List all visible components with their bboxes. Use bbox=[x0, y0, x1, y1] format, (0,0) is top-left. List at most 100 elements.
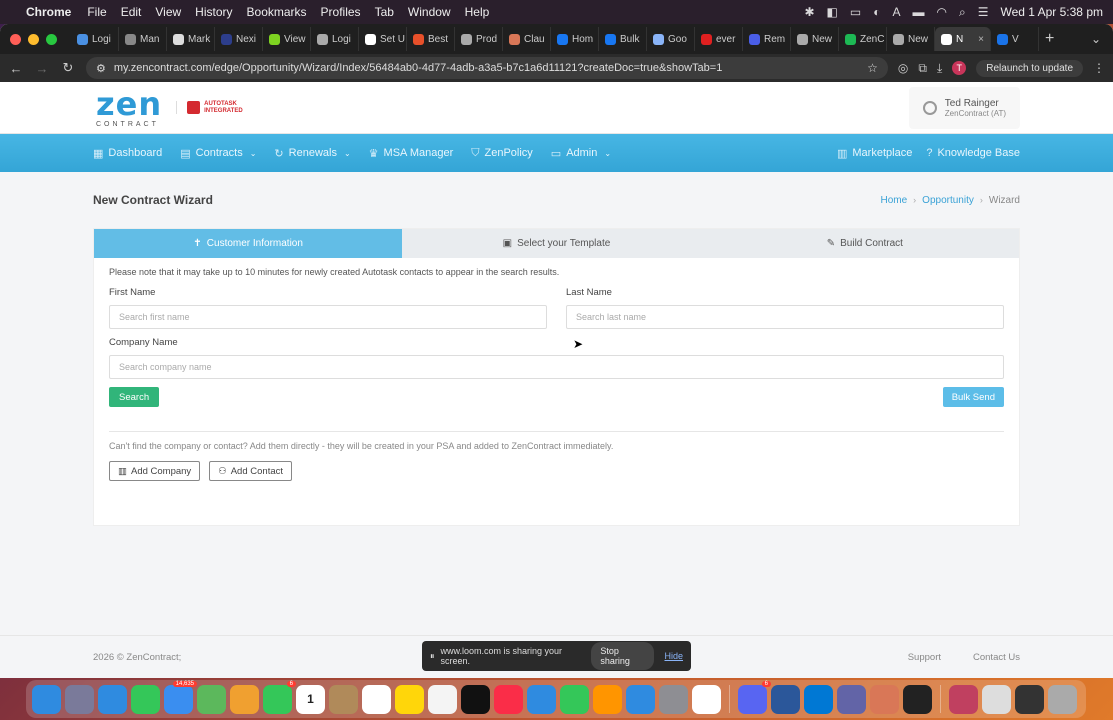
nav-item-marketplace[interactable]: ▥ Marketplace bbox=[837, 147, 912, 160]
browser-tab[interactable]: Hom bbox=[551, 27, 599, 51]
menu-edit[interactable]: Edit bbox=[121, 5, 142, 19]
help-dock-icon[interactable] bbox=[949, 684, 978, 714]
menu-file[interactable]: File bbox=[87, 5, 106, 19]
clock[interactable]: Wed 1 Apr 5:38 pm bbox=[1000, 5, 1103, 19]
browser-tab[interactable]: Rem bbox=[743, 27, 791, 51]
last-name-input[interactable] bbox=[566, 305, 1004, 329]
add-company-button[interactable]: ▥ Add Company bbox=[109, 461, 201, 481]
reminders-icon[interactable] bbox=[362, 684, 391, 714]
settings-icon[interactable] bbox=[659, 684, 688, 714]
pause-icon[interactable]: ⏸ bbox=[430, 651, 435, 662]
nav-item-zenpolicy[interactable]: ⛉ ZenPolicy bbox=[471, 147, 533, 160]
word-icon[interactable] bbox=[771, 684, 800, 714]
url-text[interactable]: my.zencontract.com/edge/Opportunity/Wiza… bbox=[114, 62, 859, 74]
extension-icon[interactable]: ◎ bbox=[898, 61, 908, 75]
breadcrumb-home[interactable]: Home bbox=[880, 195, 907, 206]
keynote-icon[interactable] bbox=[527, 684, 556, 714]
hide-banner-button[interactable]: Hide bbox=[664, 651, 683, 661]
app-menu-chrome[interactable]: Chrome bbox=[26, 5, 71, 19]
user-menu[interactable]: Ted Rainger ZenContract (AT) bbox=[908, 86, 1020, 129]
screen-icon[interactable]: ▭ bbox=[850, 5, 861, 19]
nav-item-contracts[interactable]: ▤ Contracts ⌄ bbox=[180, 147, 256, 160]
nav-item-renewals[interactable]: ↻ Renewals ⌄ bbox=[274, 147, 350, 160]
address-bar[interactable]: ⚙ my.zencontract.com/edge/Opportunity/Wi… bbox=[86, 57, 888, 79]
outlook-icon[interactable] bbox=[804, 684, 833, 714]
browser-tab[interactable]: View bbox=[263, 27, 311, 51]
nav-item-msa-manager[interactable]: ♛ MSA Manager bbox=[369, 147, 454, 160]
tv-icon[interactable] bbox=[461, 684, 490, 714]
browser-tab[interactable]: Nexi bbox=[215, 27, 263, 51]
bookmark-star-icon[interactable]: ☆ bbox=[867, 61, 878, 75]
mail-icon[interactable]: 14,635 bbox=[164, 680, 197, 714]
extensions-puzzle-icon[interactable]: ⧉ bbox=[918, 61, 927, 76]
site-info-icon[interactable]: ⚙ bbox=[96, 62, 106, 75]
browser-tab[interactable]: Goo bbox=[647, 27, 695, 51]
browser-tab[interactable]: Logi bbox=[71, 27, 119, 51]
keyboard-icon[interactable]: A bbox=[892, 5, 900, 19]
calendar-icon[interactable]: 1 bbox=[296, 684, 325, 714]
tab-search-icon[interactable]: ⌄ bbox=[1091, 32, 1101, 46]
browser-tab[interactable]: Bulk bbox=[599, 27, 647, 51]
footer-contact-link[interactable]: Contact Us bbox=[973, 652, 1020, 663]
browser-tab[interactable]: Prod bbox=[455, 27, 503, 51]
bulk-send-button[interactable]: Bulk Send bbox=[942, 387, 1004, 407]
download-icon[interactable]: ⤓ bbox=[937, 61, 942, 76]
company-name-input[interactable] bbox=[109, 355, 1004, 379]
browser-tab[interactable]: V bbox=[991, 27, 1039, 51]
teams-icon[interactable] bbox=[837, 684, 866, 714]
menu-window[interactable]: Window bbox=[408, 5, 451, 19]
browser-tab[interactable]: New bbox=[887, 27, 935, 51]
stop-sharing-button[interactable]: Stop sharing bbox=[591, 642, 655, 670]
wizard-step-1[interactable]: ✝ Customer Information bbox=[94, 229, 403, 258]
wifi-icon[interactable]: ◠ bbox=[937, 5, 947, 19]
contacts-icon[interactable] bbox=[329, 684, 358, 714]
discord-icon[interactable]: 6 bbox=[738, 680, 771, 714]
wallet-icon[interactable]: ◧ bbox=[827, 5, 838, 19]
browser-tab[interactable]: Clau bbox=[503, 27, 551, 51]
close-window-button[interactable] bbox=[10, 33, 21, 45]
pages-icon[interactable] bbox=[593, 684, 622, 714]
chrome-menu-icon[interactable]: ⋮ bbox=[1093, 61, 1105, 75]
new-tab-button[interactable]: + bbox=[1045, 30, 1054, 48]
terminal-icon[interactable] bbox=[903, 684, 932, 714]
browser-tab[interactable]: Best bbox=[407, 27, 455, 51]
music-icon[interactable] bbox=[494, 684, 523, 714]
footer-support-link[interactable]: Support bbox=[908, 652, 941, 663]
browser-tab[interactable]: ever bbox=[695, 27, 743, 51]
appstore-icon[interactable] bbox=[626, 684, 655, 714]
window-icon[interactable] bbox=[1015, 684, 1044, 714]
facetime-icon[interactable]: 6 bbox=[263, 680, 296, 714]
search-icon[interactable]: ⌕ bbox=[959, 5, 966, 20]
forward-icon[interactable]: → bbox=[34, 61, 50, 76]
menu-tab[interactable]: Tab bbox=[375, 5, 394, 19]
relaunch-button[interactable]: Relaunch to update bbox=[976, 59, 1083, 77]
browser-tab[interactable]: Logi bbox=[311, 27, 359, 51]
menu-history[interactable]: History bbox=[195, 5, 232, 19]
safari-icon[interactable] bbox=[98, 684, 127, 714]
tab-close-icon[interactable]: × bbox=[978, 34, 984, 45]
nav-item-admin[interactable]: ▭ Admin ⌄ bbox=[551, 147, 611, 160]
messages-icon[interactable] bbox=[131, 684, 160, 714]
browser-tab[interactable]: ZenC bbox=[839, 27, 887, 51]
back-icon[interactable]: ← bbox=[8, 61, 24, 76]
browser-tab[interactable]: New bbox=[791, 27, 839, 51]
chrome-icon[interactable] bbox=[692, 684, 721, 714]
maximize-window-button[interactable] bbox=[46, 33, 57, 45]
focus-icon[interactable]: ◐ bbox=[873, 5, 880, 19]
menu-bookmarks[interactable]: Bookmarks bbox=[247, 5, 307, 19]
reload-icon[interactable]: ↻ bbox=[60, 60, 76, 76]
screenshot-icon[interactable] bbox=[982, 684, 1011, 714]
browser-tab[interactable]: Set U bbox=[359, 27, 407, 51]
menu-help[interactable]: Help bbox=[465, 5, 490, 19]
maps-icon[interactable] bbox=[197, 684, 226, 714]
battery-icon[interactable]: ▬ bbox=[913, 5, 925, 19]
menu-view[interactable]: View bbox=[155, 5, 181, 19]
add-contact-button[interactable]: ⚇ Add Contact bbox=[209, 461, 293, 481]
wizard-step-2[interactable]: ▣ Select your Template bbox=[402, 229, 710, 258]
freeform-icon[interactable] bbox=[428, 684, 457, 714]
claude-icon[interactable] bbox=[870, 684, 899, 714]
breadcrumb-opportunity[interactable]: Opportunity bbox=[922, 195, 974, 206]
brightness-icon[interactable]: ✱ bbox=[804, 5, 814, 19]
launchpad-icon[interactable] bbox=[65, 684, 94, 714]
minimize-window-button[interactable] bbox=[28, 33, 39, 45]
